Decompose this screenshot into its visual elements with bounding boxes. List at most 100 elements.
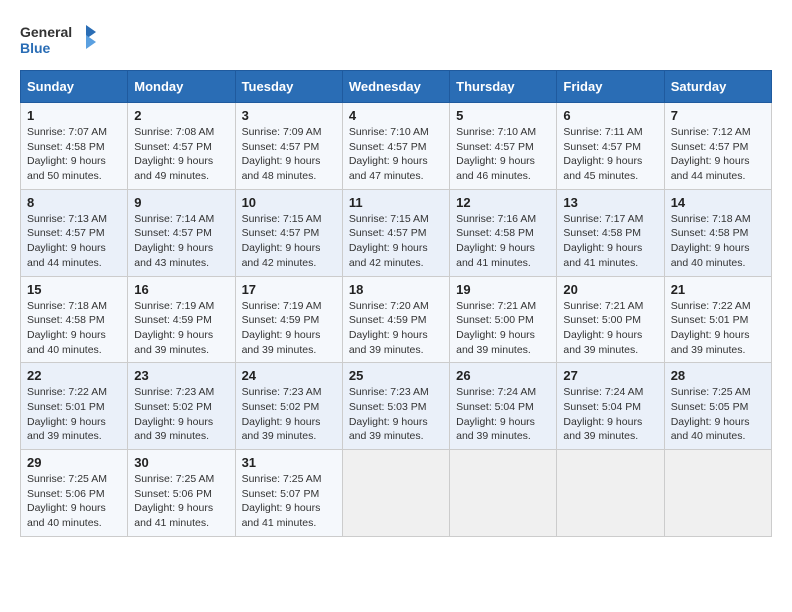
day-number: 14 [671, 195, 765, 210]
calendar-cell: 8 Sunrise: 7:13 AMSunset: 4:57 PMDaylight… [21, 189, 128, 276]
day-info: Sunrise: 7:10 AMSunset: 4:57 PMDaylight:… [456, 125, 550, 184]
calendar-week-5: 29 Sunrise: 7:25 AMSunset: 5:06 PMDayligh… [21, 450, 772, 537]
day-info: Sunrise: 7:15 AMSunset: 4:57 PMDaylight:… [242, 212, 336, 271]
day-number: 15 [27, 282, 121, 297]
day-info: Sunrise: 7:11 AMSunset: 4:57 PMDaylight:… [563, 125, 657, 184]
day-info: Sunrise: 7:09 AMSunset: 4:57 PMDaylight:… [242, 125, 336, 184]
calendar-cell: 3Sunrise: 7:09 AMSunset: 4:57 PMDaylight… [235, 103, 342, 190]
calendar-cell: 12 Sunrise: 7:16 AMSunset: 4:58 PMDayligh… [450, 189, 557, 276]
calendar-cell [664, 450, 771, 537]
day-number: 7 [671, 108, 765, 123]
day-info: Sunrise: 7:24 AMSunset: 5:04 PMDaylight:… [563, 385, 657, 444]
day-number: 19 [456, 282, 550, 297]
day-info: Sunrise: 7:19 AMSunset: 4:59 PMDaylight:… [134, 299, 228, 358]
day-info: Sunrise: 7:13 AMSunset: 4:57 PMDaylight:… [27, 212, 121, 271]
day-number: 16 [134, 282, 228, 297]
calendar-cell: 18 Sunrise: 7:20 AMSunset: 4:59 PMDayligh… [342, 276, 449, 363]
weekday-header-row: SundayMondayTuesdayWednesdayThursdayFrid… [21, 71, 772, 103]
calendar-cell: 15 Sunrise: 7:18 AMSunset: 4:58 PMDayligh… [21, 276, 128, 363]
day-info: Sunrise: 7:18 AMSunset: 4:58 PMDaylight:… [671, 212, 765, 271]
calendar-week-3: 15 Sunrise: 7:18 AMSunset: 4:58 PMDayligh… [21, 276, 772, 363]
day-number: 9 [134, 195, 228, 210]
day-info: Sunrise: 7:16 AMSunset: 4:58 PMDaylight:… [456, 212, 550, 271]
calendar-cell: 11 Sunrise: 7:15 AMSunset: 4:57 PMDayligh… [342, 189, 449, 276]
day-number: 17 [242, 282, 336, 297]
calendar-cell [450, 450, 557, 537]
calendar-cell [557, 450, 664, 537]
calendar-cell: 13 Sunrise: 7:17 AMSunset: 4:58 PMDayligh… [557, 189, 664, 276]
calendar-cell: 2Sunrise: 7:08 AMSunset: 4:57 PMDaylight… [128, 103, 235, 190]
calendar-cell [342, 450, 449, 537]
calendar-week-2: 8 Sunrise: 7:13 AMSunset: 4:57 PMDaylight… [21, 189, 772, 276]
calendar-cell: 31 Sunrise: 7:25 AMSunset: 5:07 PMDayligh… [235, 450, 342, 537]
calendar-header: SundayMondayTuesdayWednesdayThursdayFrid… [21, 71, 772, 103]
calendar-cell: 17 Sunrise: 7:19 AMSunset: 4:59 PMDayligh… [235, 276, 342, 363]
weekday-header-friday: Friday [557, 71, 664, 103]
calendar-cell: 10 Sunrise: 7:15 AMSunset: 4:57 PMDayligh… [235, 189, 342, 276]
weekday-header-monday: Monday [128, 71, 235, 103]
calendar-week-1: 1 Sunrise: 7:07 AMSunset: 4:58 PMDaylight… [21, 103, 772, 190]
logo: General Blue [20, 20, 100, 60]
calendar-cell: 7 Sunrise: 7:12 AMSunset: 4:57 PMDaylight… [664, 103, 771, 190]
day-number: 21 [671, 282, 765, 297]
day-number: 31 [242, 455, 336, 470]
day-number: 23 [134, 368, 228, 383]
day-number: 2 [134, 108, 228, 123]
day-info: Sunrise: 7:23 AMSunset: 5:02 PMDaylight:… [242, 385, 336, 444]
weekday-header-sunday: Sunday [21, 71, 128, 103]
calendar-cell: 22Sunrise: 7:22 AMSunset: 5:01 PMDayligh… [21, 363, 128, 450]
day-info: Sunrise: 7:21 AMSunset: 5:00 PMDaylight:… [456, 299, 550, 358]
calendar-cell: 20 Sunrise: 7:21 AMSunset: 5:00 PMDayligh… [557, 276, 664, 363]
day-number: 30 [134, 455, 228, 470]
day-info: Sunrise: 7:25 AMSunset: 5:06 PMDaylight:… [134, 472, 228, 531]
calendar-cell: 16 Sunrise: 7:19 AMSunset: 4:59 PMDayligh… [128, 276, 235, 363]
calendar-week-4: 22Sunrise: 7:22 AMSunset: 5:01 PMDayligh… [21, 363, 772, 450]
day-number: 25 [349, 368, 443, 383]
day-number: 1 [27, 108, 121, 123]
page-header: General Blue [20, 20, 772, 60]
calendar-cell: 30 Sunrise: 7:25 AMSunset: 5:06 PMDayligh… [128, 450, 235, 537]
day-info: Sunrise: 7:15 AMSunset: 4:57 PMDaylight:… [349, 212, 443, 271]
day-info: Sunrise: 7:25 AMSunset: 5:05 PMDaylight:… [671, 385, 765, 444]
calendar-cell: 5Sunrise: 7:10 AMSunset: 4:57 PMDaylight… [450, 103, 557, 190]
day-number: 12 [456, 195, 550, 210]
calendar-cell: 21 Sunrise: 7:22 AMSunset: 5:01 PMDayligh… [664, 276, 771, 363]
day-info: Sunrise: 7:21 AMSunset: 5:00 PMDaylight:… [563, 299, 657, 358]
calendar-cell: 19 Sunrise: 7:21 AMSunset: 5:00 PMDayligh… [450, 276, 557, 363]
weekday-header-wednesday: Wednesday [342, 71, 449, 103]
day-number: 29 [27, 455, 121, 470]
day-info: Sunrise: 7:18 AMSunset: 4:58 PMDaylight:… [27, 299, 121, 358]
day-number: 8 [27, 195, 121, 210]
logo-svg: General Blue [20, 20, 100, 60]
weekday-header-saturday: Saturday [664, 71, 771, 103]
day-info: Sunrise: 7:20 AMSunset: 4:59 PMDaylight:… [349, 299, 443, 358]
svg-text:Blue: Blue [20, 40, 51, 56]
day-info: Sunrise: 7:12 AMSunset: 4:57 PMDaylight:… [671, 125, 765, 184]
day-number: 20 [563, 282, 657, 297]
day-info: Sunrise: 7:17 AMSunset: 4:58 PMDaylight:… [563, 212, 657, 271]
calendar-cell: 29 Sunrise: 7:25 AMSunset: 5:06 PMDayligh… [21, 450, 128, 537]
day-info: Sunrise: 7:25 AMSunset: 5:07 PMDaylight:… [242, 472, 336, 531]
calendar-body: 1 Sunrise: 7:07 AMSunset: 4:58 PMDaylight… [21, 103, 772, 537]
day-number: 10 [242, 195, 336, 210]
day-number: 18 [349, 282, 443, 297]
calendar-table: SundayMondayTuesdayWednesdayThursdayFrid… [20, 70, 772, 537]
day-info: Sunrise: 7:22 AMSunset: 5:01 PMDaylight:… [671, 299, 765, 358]
day-info: Sunrise: 7:23 AMSunset: 5:03 PMDaylight:… [349, 385, 443, 444]
calendar-cell: 26Sunrise: 7:24 AMSunset: 5:04 PMDayligh… [450, 363, 557, 450]
svg-text:General: General [20, 24, 72, 40]
day-info: Sunrise: 7:07 AMSunset: 4:58 PMDaylight:… [27, 125, 121, 184]
day-number: 11 [349, 195, 443, 210]
day-number: 6 [563, 108, 657, 123]
day-info: Sunrise: 7:19 AMSunset: 4:59 PMDaylight:… [242, 299, 336, 358]
day-number: 4 [349, 108, 443, 123]
calendar-cell: 28 Sunrise: 7:25 AMSunset: 5:05 PMDayligh… [664, 363, 771, 450]
day-info: Sunrise: 7:25 AMSunset: 5:06 PMDaylight:… [27, 472, 121, 531]
day-number: 13 [563, 195, 657, 210]
weekday-header-thursday: Thursday [450, 71, 557, 103]
day-number: 27 [563, 368, 657, 383]
day-number: 22 [27, 368, 121, 383]
calendar-cell: 23Sunrise: 7:23 AMSunset: 5:02 PMDayligh… [128, 363, 235, 450]
calendar-cell: 14 Sunrise: 7:18 AMSunset: 4:58 PMDayligh… [664, 189, 771, 276]
day-number: 28 [671, 368, 765, 383]
